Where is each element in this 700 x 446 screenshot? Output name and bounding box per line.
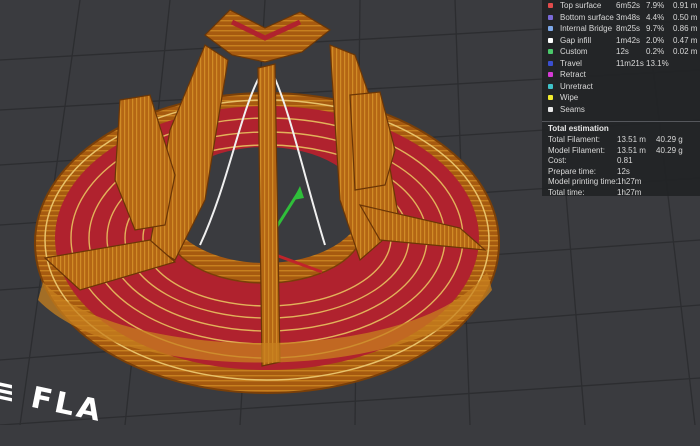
legend-length: 0.86 m — [673, 24, 698, 33]
legend-time: 12s — [616, 47, 629, 56]
legend-time: 6m52s — [616, 1, 641, 10]
legend-length: 0.50 m — [673, 12, 698, 22]
sliced-model[interactable] — [34, 9, 500, 394]
estimation-value: 0.81 — [617, 156, 633, 165]
estimation-value: 13.51 m — [617, 135, 646, 144]
legend-time: 3m48s — [616, 12, 641, 22]
estimation-extra: 40.29 g — [656, 135, 683, 144]
panel-divider — [542, 121, 700, 122]
legend-label: Gap infill — [560, 35, 592, 45]
legend-label: Wipe — [560, 93, 579, 102]
logo-mark-icon: ≡ — [0, 370, 19, 412]
legend-swatch — [548, 26, 553, 31]
legend-time: 1m42s — [616, 35, 641, 45]
legend-length: 0.47 m — [673, 35, 698, 45]
estimation-label: Cost: — [548, 156, 567, 165]
legend-length: 0.02 m — [673, 47, 698, 56]
legend-swatch — [548, 3, 553, 8]
legend-swatch — [548, 95, 553, 100]
legend-swatch — [548, 60, 553, 66]
legend-label: Custom — [560, 47, 588, 56]
legend-label: Bottom surface — [560, 12, 614, 22]
estimation-title: Total estimation — [548, 124, 609, 133]
legend-percent: 2.0% — [646, 35, 665, 45]
gcode-legend-panel: Top surface 6m52s 7.9% 0.91 m Bottom sur… — [542, 0, 700, 197]
estimation-label: Model Filament: — [548, 145, 605, 155]
legend-swatch — [548, 72, 553, 77]
legend-label: Top surface — [560, 1, 602, 10]
legend-swatch — [548, 37, 553, 43]
estimation-label: Total Filament: — [548, 135, 601, 144]
estimation-label: Prepare time: — [548, 166, 597, 176]
estimation-extra: 40.29 g — [656, 145, 683, 155]
legend-swatch — [548, 106, 553, 112]
legend-swatch — [548, 83, 553, 89]
legend-time: 11m21s — [616, 58, 644, 68]
estimation-label: Total time: — [548, 187, 585, 197]
estimation-value: 1h27m — [617, 187, 642, 197]
legend-swatch — [548, 49, 553, 54]
legend-percent: 0.2% — [646, 47, 665, 56]
estimation-value: 13.51 m — [617, 145, 646, 155]
legend-percent: 7.9% — [646, 1, 665, 10]
legend-label: Unretract — [560, 81, 593, 91]
legend-swatch — [548, 14, 553, 20]
legend-label: Travel — [560, 58, 582, 68]
estimation-value: 1h27m — [617, 177, 642, 186]
legend-label: Retract — [560, 70, 586, 79]
estimation-value: 12s — [617, 166, 630, 176]
legend-percent: 9.7% — [646, 24, 665, 33]
legend-label: Internal Bridge — [560, 24, 613, 33]
estimation-label: Model printing time: — [548, 177, 618, 186]
legend-percent: 4.4% — [646, 12, 665, 22]
legend-label: Seams — [560, 104, 585, 114]
legend-time: 8m25s — [616, 24, 641, 33]
legend-length: 0.91 m — [673, 1, 698, 10]
legend-percent: 13.1% — [646, 58, 669, 68]
